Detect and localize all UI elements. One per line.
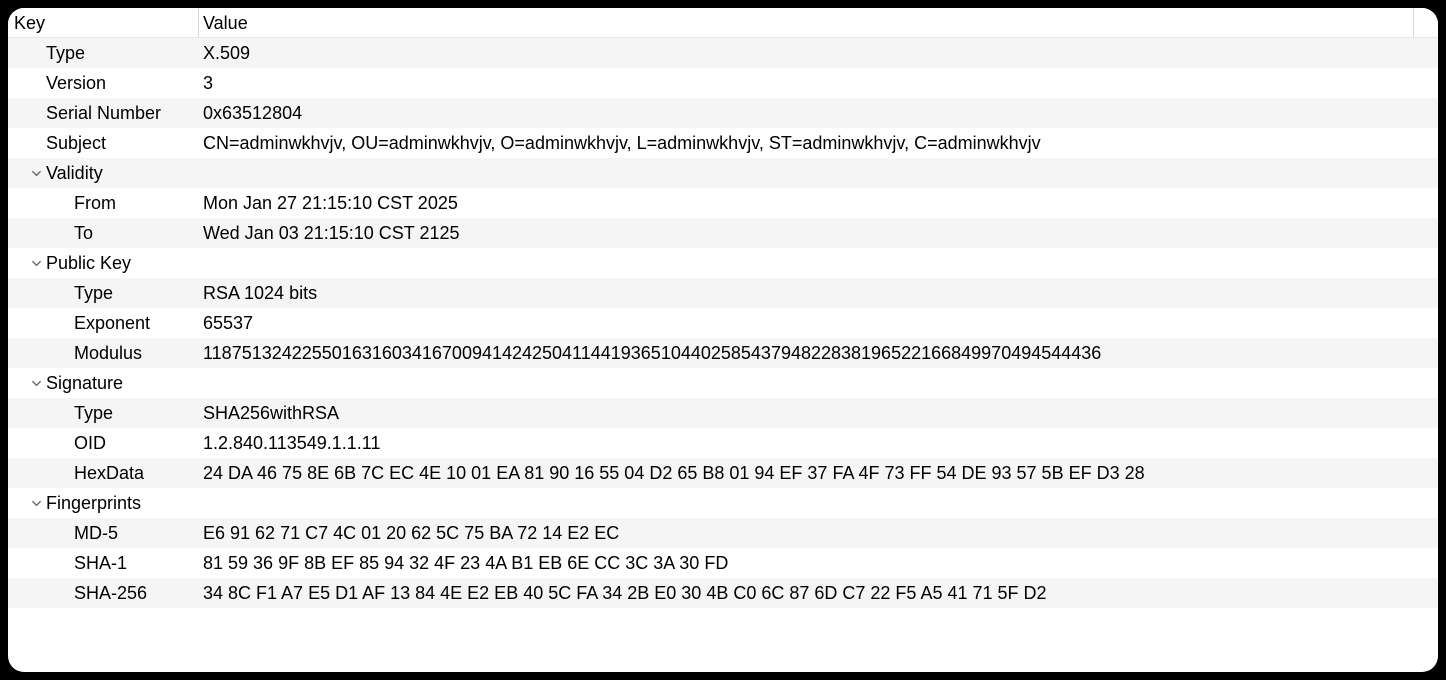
key-label: Serial Number: [46, 98, 161, 128]
disclosure-toggle[interactable]: [28, 255, 44, 271]
key-cell: Type: [8, 278, 199, 308]
value-cell: 1.2.840.113549.1.1.11: [199, 428, 1438, 458]
value-cell: Mon Jan 27 21:15:10 CST 2025: [199, 188, 1438, 218]
key-label: SHA-256: [74, 578, 147, 608]
value-cell: X.509: [199, 38, 1438, 68]
certificate-details-panel: Key Value TypeX.509Version3Serial Number…: [8, 8, 1438, 672]
value-cell: 24 DA 46 75 8E 6B 7C EC 4E 10 01 EA 81 9…: [199, 458, 1438, 488]
key-label: Fingerprints: [46, 488, 141, 518]
key-cell: SHA-256: [8, 578, 199, 608]
value-cell: 1187513242255016316034167009414242504114…: [199, 338, 1438, 368]
value-cell: E6 91 62 71 C7 4C 01 20 62 5C 75 BA 72 1…: [199, 518, 1438, 548]
key-label: HexData: [74, 458, 144, 488]
table-row[interactable]: To Wed Jan 03 21:15:10 CST 2125: [8, 218, 1438, 248]
value-cell: [199, 248, 1438, 278]
key-label: Public Key: [46, 248, 131, 278]
key-label: To: [74, 218, 93, 248]
table-row[interactable]: Serial Number 0x63512804: [8, 98, 1438, 128]
key-label: MD-5: [74, 518, 118, 548]
key-cell: Serial Number: [8, 98, 199, 128]
key-label: OID: [74, 428, 106, 458]
value-cell: CN=adminwkhvjv, OU=adminwkhvjv, O=adminw…: [199, 128, 1438, 158]
key-label: Type: [46, 38, 85, 68]
key-cell: [8, 608, 199, 638]
column-header-value[interactable]: Value: [199, 8, 1438, 37]
column-header-key[interactable]: Key: [8, 8, 199, 37]
chevron-down-icon: [31, 168, 42, 179]
value-cell: [199, 158, 1438, 188]
key-cell: Modulus: [8, 338, 199, 368]
table-row[interactable]: Subject CN=adminwkhvjv, OU=adminwkhvjv, O…: [8, 128, 1438, 158]
table-row[interactable]: SHA-256 34 8C F1 A7 E5 D1 AF 13 84 4E E2 …: [8, 578, 1438, 608]
key-cell: OID: [8, 428, 199, 458]
certificate-table: Key Value TypeX.509Version3Serial Number…: [8, 8, 1438, 672]
column-divider[interactable]: [1413, 8, 1414, 37]
chevron-down-icon: [31, 258, 42, 269]
key-cell: HexData: [8, 458, 199, 488]
key-cell: Type: [8, 398, 199, 428]
value-cell: 65537: [199, 308, 1438, 338]
value-cell: 3: [199, 68, 1438, 98]
table-row[interactable]: Validity: [8, 158, 1438, 188]
key-cell: MD-5: [8, 518, 199, 548]
disclosure-toggle[interactable]: [28, 165, 44, 181]
value-cell: Wed Jan 03 21:15:10 CST 2125: [199, 218, 1438, 248]
table-row[interactable]: From Mon Jan 27 21:15:10 CST 2025: [8, 188, 1438, 218]
table-row[interactable]: Modulus 118751324225501631603416700941424…: [8, 338, 1438, 368]
key-cell: Public Key: [8, 248, 199, 278]
table-body: Type X.509 Version 3 Serial Number 0x63512804…: [8, 38, 1438, 672]
value-cell: 34 8C F1 A7 E5 D1 AF 13 84 4E E2 EB 40 5…: [199, 578, 1438, 608]
table-row[interactable]: Type X.509: [8, 38, 1438, 68]
key-label: Validity: [46, 158, 103, 188]
value-cell: 0x63512804: [199, 98, 1438, 128]
key-cell: SHA-1: [8, 548, 199, 578]
table-row[interactable]: SHA-1 81 59 36 9F 8B EF 85 94 32 4F 23 4A…: [8, 548, 1438, 578]
value-cell: [199, 608, 1438, 638]
key-label: SHA-1: [74, 548, 127, 578]
table-row[interactable]: MD-5 E6 91 62 71 C7 4C 01 20 62 5C 75 BA …: [8, 518, 1438, 548]
key-label: Exponent: [74, 308, 150, 338]
table-row[interactable]: Type RSA 1024 bits: [8, 278, 1438, 308]
chevron-down-icon: [31, 498, 42, 509]
value-cell: 81 59 36 9F 8B EF 85 94 32 4F 23 4A B1 E…: [199, 548, 1438, 578]
table-row[interactable]: [8, 608, 1438, 638]
key-cell: Subject: [8, 128, 199, 158]
key-label: Signature: [46, 368, 123, 398]
disclosure-toggle[interactable]: [28, 495, 44, 511]
key-cell: Validity: [8, 158, 199, 188]
key-cell: From: [8, 188, 199, 218]
table-row[interactable]: Signature: [8, 368, 1438, 398]
table-row[interactable]: Public Key: [8, 248, 1438, 278]
key-cell: Signature: [8, 368, 199, 398]
table-row[interactable]: OID 1.2.840.113549.1.1.11: [8, 428, 1438, 458]
table-row[interactable]: Type SHA256withRSA: [8, 398, 1438, 428]
table-row[interactable]: Exponent 65537: [8, 308, 1438, 338]
chevron-down-icon: [31, 378, 42, 389]
table-row[interactable]: Version 3: [8, 68, 1438, 98]
value-cell: SHA256withRSA: [199, 398, 1438, 428]
key-cell: Type: [8, 38, 199, 68]
key-label: Modulus: [74, 338, 142, 368]
value-cell: [199, 368, 1438, 398]
key-label: Type: [74, 398, 113, 428]
key-label: From: [74, 188, 116, 218]
disclosure-toggle[interactable]: [28, 375, 44, 391]
key-label: Version: [46, 68, 106, 98]
table-header: Key Value: [8, 8, 1438, 38]
value-cell: RSA 1024 bits: [199, 278, 1438, 308]
key-cell: Exponent: [8, 308, 199, 338]
column-header-value-label: Value: [203, 13, 248, 33]
table-row[interactable]: HexData 24 DA 46 75 8E 6B 7C EC 4E 10 01 …: [8, 458, 1438, 488]
table-row[interactable]: Fingerprints: [8, 488, 1438, 518]
key-cell: Fingerprints: [8, 488, 199, 518]
key-label: Subject: [46, 128, 106, 158]
key-label: Type: [74, 278, 113, 308]
key-cell: To: [8, 218, 199, 248]
key-cell: Version: [8, 68, 199, 98]
value-cell: [199, 488, 1438, 518]
